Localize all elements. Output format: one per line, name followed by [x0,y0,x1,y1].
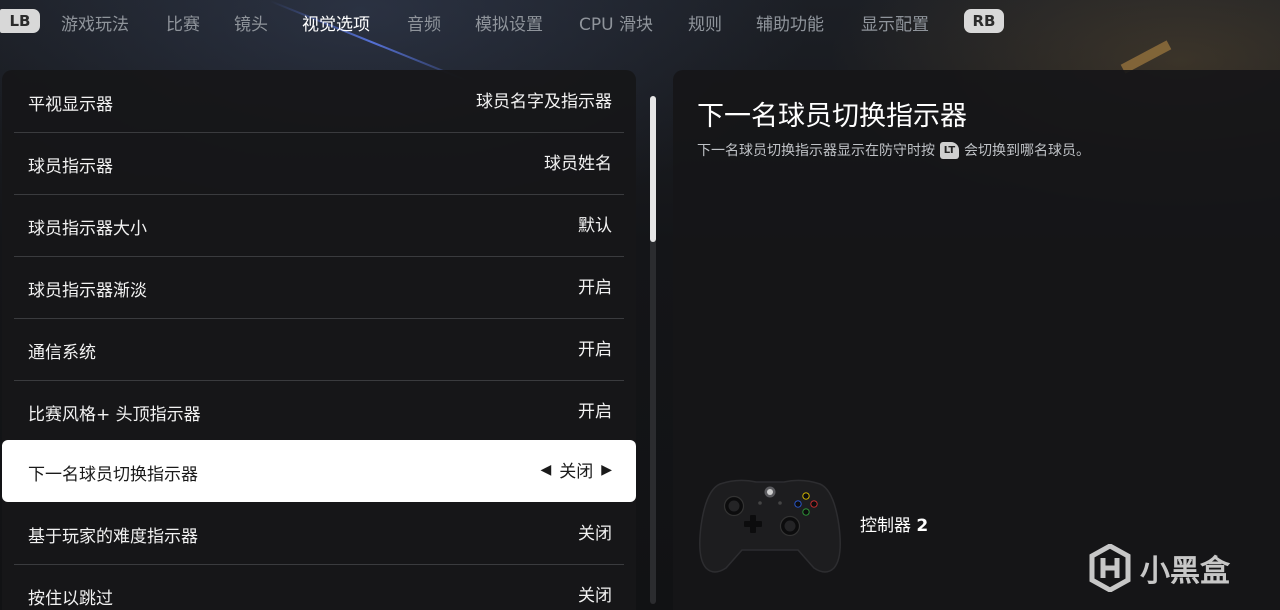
setting-label: 平视显示器 [28,95,113,115]
setting-row-difficulty-indicator[interactable]: 基于玩家的难度指示器 关闭 [14,502,624,565]
detail-description: 下一名球员切换指示器显示在防守时按 LT 会切换到哪名球员。 [697,140,1090,160]
setting-label: 比赛风格+ 头顶指示器 [28,405,201,425]
setting-label: 通信系统 [28,343,96,363]
setting-value: 关闭 [559,462,594,482]
setting-row-hud[interactable]: 平视显示器 球员名字及指示器 [14,70,624,133]
setting-value: 开启 [578,278,612,298]
setting-row-indicator-fade[interactable]: 球员指示器渐淡 开启 [14,256,624,319]
setting-value: 球员名字及指示器 [476,92,612,112]
arrow-left-icon[interactable]: ◀ [540,462,551,478]
tab-visual-options[interactable]: 视觉选项 [302,10,370,35]
xbox-controller-icon [699,479,841,573]
watermark-text: 小黑盒 [1140,554,1230,589]
setting-row-indicator-size[interactable]: 球员指示器大小 默认 [14,194,624,257]
tab-simulation-settings[interactable]: 模拟设置 [475,10,543,35]
setting-value: 开启 [578,340,612,360]
lb-bumper-button[interactable]: LB [0,9,40,33]
setting-value: 开启 [578,402,612,422]
setting-row-communication[interactable]: 通信系统 开启 [14,318,624,381]
setting-label: 按住以跳过 [28,589,113,609]
setting-value: 关闭 [578,586,612,606]
setting-row-player-indicator[interactable]: 球员指示器 球员姓名 [14,132,624,195]
detail-description-text: 会切换到哪名球员。 [964,143,1090,159]
heybox-logo-icon [1089,544,1131,592]
background-light-streak [1120,40,1172,74]
setting-value: 关闭 [578,524,612,544]
detail-description-text: 下一名球员切换指示器显示在防守时按 [697,143,935,159]
lt-button-icon: LT [940,141,959,159]
setting-value: 球员姓名 [544,154,612,174]
setting-label: 基于玩家的难度指示器 [28,527,198,547]
setting-label: 下一名球员切换指示器 [28,465,198,485]
tab-camera[interactable]: 镜头 [234,10,268,35]
detail-title: 下一名球员切换指示器 [697,101,967,132]
tab-cpu-sliders[interactable]: CPU 滑块 [579,10,653,35]
setting-value-selector[interactable]: ◀ 关闭 ▶ [540,457,612,483]
arrow-right-icon[interactable]: ▶ [601,462,612,478]
tab-audio[interactable]: 音频 [407,10,441,35]
controller-number: 2 [916,516,929,536]
tab-display-config[interactable]: 显示配置 [861,10,929,35]
watermark: 小黑盒 [1088,544,1230,592]
setting-row-next-player-switch[interactable]: 下一名球员切换指示器 ◀ 关闭 ▶ [2,440,636,502]
scrollbar-thumb[interactable] [650,96,656,242]
settings-list: 平视显示器 球员名字及指示器 球员指示器 球员姓名 球员指示器大小 默认 球员指… [2,70,636,610]
setting-row-hold-to-skip[interactable]: 按住以跳过 关闭 [14,564,624,610]
tab-rules[interactable]: 规则 [688,10,722,35]
tab-gameplay[interactable]: 游戏玩法 [61,10,129,35]
controller-label: 控制器 2 [860,511,928,536]
controller-label-text: 控制器 [860,516,911,536]
top-tab-bar: LB 游戏玩法 比赛 镜头 视觉选项 音频 模拟设置 CPU 滑块 规则 辅助功… [0,0,1280,44]
setting-value: 默认 [578,216,612,236]
tab-match[interactable]: 比赛 [166,10,200,35]
rb-bumper-button[interactable]: RB [964,9,1004,33]
tab-accessibility[interactable]: 辅助功能 [756,10,824,35]
setting-label: 球员指示器 [28,157,113,177]
setting-label: 球员指示器渐淡 [28,281,147,301]
setting-row-playstyle-overhead[interactable]: 比赛风格+ 头顶指示器 开启 [14,380,624,443]
setting-label: 球员指示器大小 [28,219,147,239]
